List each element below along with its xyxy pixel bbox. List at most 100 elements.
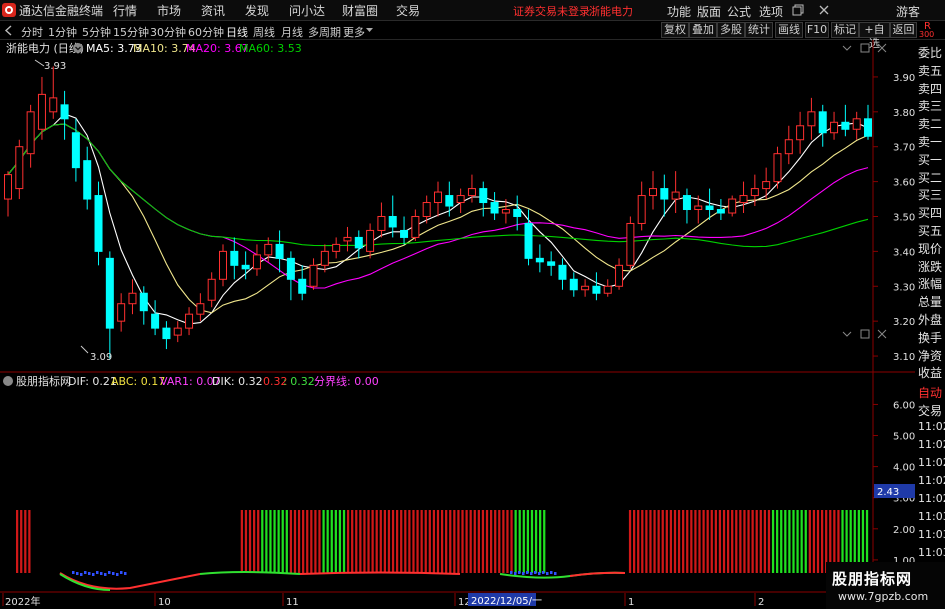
menu-wenxiaoda[interactable]: 问小达: [289, 2, 325, 19]
blue-marker: [92, 573, 95, 576]
fuquan-button[interactable]: 复权: [661, 22, 689, 38]
green-signal-bar: [277, 510, 280, 573]
candle-body: [275, 243, 284, 259]
menu-shichang[interactable]: 市场: [157, 2, 181, 19]
red-signal-bar: [645, 510, 648, 573]
candle-body: [682, 195, 691, 211]
back-arrow-icon[interactable]: [4, 25, 14, 36]
green-signal-bar: [776, 510, 779, 573]
side-panel-label: 买二: [918, 170, 943, 185]
candle-body: [15, 146, 24, 190]
green-signal-bar: [792, 510, 795, 573]
green-signal-bar: [771, 510, 775, 573]
red-signal-bar: [477, 510, 480, 573]
side-panel-label: 买三: [918, 188, 943, 203]
red-signal-bar: [763, 510, 767, 573]
corner-300: 300: [919, 30, 935, 39]
pane-close-icon[interactable]: [877, 43, 887, 53]
blue-marker: [554, 572, 557, 575]
tongji-button[interactable]: 统计: [745, 22, 773, 38]
dik-value: DIK: 0.32: [212, 375, 263, 388]
chart-settings-icon[interactable]: [73, 43, 83, 53]
period-daily[interactable]: 日线: [226, 24, 248, 40]
period-60min[interactable]: 60分钟: [188, 24, 224, 40]
kline-chart[interactable]: 浙能电力 (日线) MA5: 3.73 MA10: 3.74 MA20: 3.6…: [0, 40, 915, 606]
candlesticks[interactable]: [4, 66, 872, 360]
red-signal-bar: [816, 510, 820, 573]
diejia-button[interactable]: 叠加: [689, 22, 717, 38]
side-panel-label: 收益: [918, 366, 943, 381]
red-signal-bar: [28, 510, 31, 573]
f10-button[interactable]: F10: [805, 22, 829, 38]
sub-chart-settings-icon[interactable]: [3, 376, 13, 386]
price-tick-label: 3.20: [893, 317, 915, 328]
red-signal-bar: [363, 510, 366, 573]
menu-banmian[interactable]: 版面: [697, 3, 721, 20]
sub-pane-collapse-icon[interactable]: [842, 331, 852, 337]
period-monthly[interactable]: 月线: [281, 24, 303, 40]
duogu-button[interactable]: 多股: [717, 22, 745, 38]
candle-body: [286, 257, 295, 280]
period-weekly[interactable]: 周线: [253, 24, 275, 40]
period-fenshi[interactable]: 分时: [21, 24, 43, 40]
biaoji-button[interactable]: 标记: [831, 22, 859, 38]
period-5min[interactable]: 5分钟: [82, 24, 111, 40]
menu-hangqing[interactable]: 行情: [113, 2, 137, 19]
red-signal-bar: [432, 510, 436, 573]
blue-marker: [76, 572, 79, 575]
guest-label[interactable]: 游客: [896, 3, 920, 20]
red-signal-bar: [661, 510, 664, 573]
period-30min[interactable]: 30分钟: [150, 24, 186, 40]
candle-body: [603, 285, 612, 294]
red-signal-bar: [481, 510, 485, 573]
window-restore-icon[interactable]: [792, 4, 804, 16]
candle-body: [637, 195, 646, 224]
period-more[interactable]: 更多: [343, 24, 365, 40]
candle-body: [117, 303, 126, 322]
dif-value: DIF: 0.21: [68, 375, 117, 388]
menu-caifuquan[interactable]: 财富圈: [342, 2, 378, 19]
red-signal-bar: [400, 510, 403, 573]
red-signal-bar: [289, 510, 293, 573]
period-1min[interactable]: 1分钟: [48, 24, 77, 40]
red-signal-bar: [506, 510, 509, 573]
menu-faxian[interactable]: 发现: [245, 2, 269, 19]
green-signal-bar: [534, 510, 538, 573]
candle-body: [196, 303, 205, 315]
red-signal-bar: [412, 510, 415, 573]
candle-body: [26, 111, 35, 155]
sub-pane-close-icon[interactable]: [877, 329, 887, 339]
candle-body: [547, 261, 556, 266]
menu-gongshi[interactable]: 公式: [727, 3, 751, 20]
menu-gongneng[interactable]: 功能: [667, 3, 691, 20]
red-signal-bar: [248, 510, 252, 573]
period-toolbar: 分时 1分钟 5分钟 15分钟 30分钟 60分钟 日线 周线 月线 多周期 更…: [0, 21, 945, 50]
candle-body: [139, 292, 148, 312]
menu-zixun[interactable]: 资讯: [201, 2, 225, 19]
price-tick-label: 3.60: [893, 178, 915, 189]
candle-body: [366, 229, 375, 252]
pane-collapse-icon[interactable]: [842, 45, 852, 51]
red-signal-bar: [257, 510, 260, 573]
sub-pane-maximize-icon[interactable]: [860, 329, 870, 339]
period-multi[interactable]: 多周期: [308, 24, 341, 40]
side-panel-label: 11:02: [918, 420, 945, 433]
side-panel-label: 卖二: [918, 117, 943, 132]
menu-xuanxiang[interactable]: 选项: [759, 3, 783, 20]
menu-jiaoyi[interactable]: 交易: [396, 2, 420, 19]
red-signal-bar: [436, 510, 440, 573]
more-chevron-down-icon[interactable]: [366, 28, 373, 33]
candle-body: [252, 254, 261, 270]
huaxian-button[interactable]: 画线: [775, 22, 803, 38]
red-signal-bar: [489, 510, 493, 573]
period-15min[interactable]: 15分钟: [113, 24, 149, 40]
green-signal-bar: [514, 510, 517, 573]
window-close-x-icon[interactable]: [818, 4, 830, 16]
green-signal-bar: [261, 510, 264, 573]
pane-maximize-icon[interactable]: [860, 43, 870, 53]
blue-marker: [514, 572, 517, 575]
side-panel-label: 买一: [918, 152, 943, 167]
login-status[interactable]: 证券交易未登录: [513, 3, 590, 19]
back-button[interactable]: 返回: [890, 22, 917, 38]
add-watchlist-button[interactable]: +自选: [859, 22, 890, 50]
